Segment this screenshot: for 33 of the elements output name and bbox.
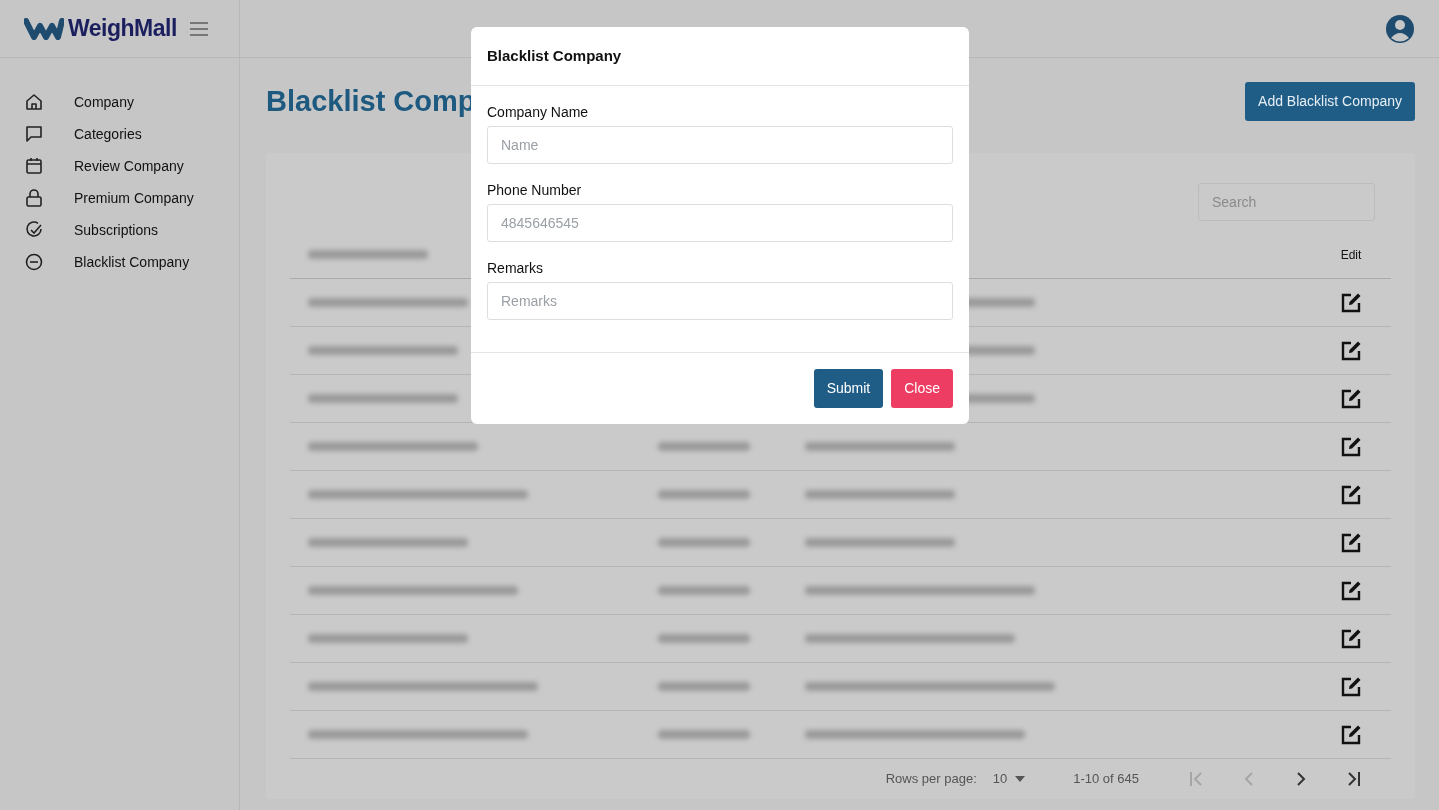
- modal-title: Blacklist Company: [471, 27, 969, 86]
- input-field[interactable]: 4845646545: [487, 203, 953, 242]
- sidebar-item[interactable]: Company: [74, 91, 134, 113]
- input-field[interactable]: Name: [487, 125, 953, 164]
- sidebar-item[interactable]: Blacklist Company: [74, 251, 190, 273]
- page-range: 1-10 of 645: [1073, 770, 1139, 789]
- page-title: Blacklist Comp: [266, 84, 476, 119]
- field-label: Phone Number: [487, 180, 583, 200]
- calendar-icon[interactable]: [24, 156, 44, 176]
- field-label: Company Name: [487, 102, 590, 122]
- check-circle-icon[interactable]: [24, 220, 44, 240]
- sidebar-item[interactable]: Premium Company: [74, 187, 194, 209]
- brand-name: WeighMall: [68, 14, 177, 44]
- search-field[interactable]: Search: [1198, 183, 1375, 221]
- minus-circle-icon[interactable]: [24, 252, 44, 272]
- sidebar-item[interactable]: Categories: [74, 123, 142, 145]
- field-label: Remarks: [487, 258, 544, 278]
- input-field[interactable]: Remarks: [487, 281, 953, 320]
- close-button[interactable]: Close: [891, 368, 953, 408]
- column-header: Edit: [1339, 246, 1363, 264]
- logo-icon: [24, 17, 64, 40]
- rows-per-page-select[interactable]: 10: [992, 769, 1026, 789]
- lock-icon[interactable]: [24, 188, 44, 208]
- chat-icon[interactable]: [24, 124, 44, 144]
- home-icon[interactable]: [24, 92, 44, 112]
- caret-icon: [1015, 776, 1026, 782]
- sidebar-item[interactable]: Review Company: [74, 155, 184, 177]
- rows-per-page-label: Rows per page:: [885, 770, 977, 789]
- submit-button[interactable]: Submit: [813, 368, 884, 408]
- add-blacklist-button[interactable]: Add Blacklist Company: [1245, 82, 1415, 121]
- sidebar-item[interactable]: Subscriptions: [74, 219, 159, 241]
- menu-icon[interactable]: [188, 20, 209, 37]
- avatar-icon[interactable]: [1385, 13, 1415, 44]
